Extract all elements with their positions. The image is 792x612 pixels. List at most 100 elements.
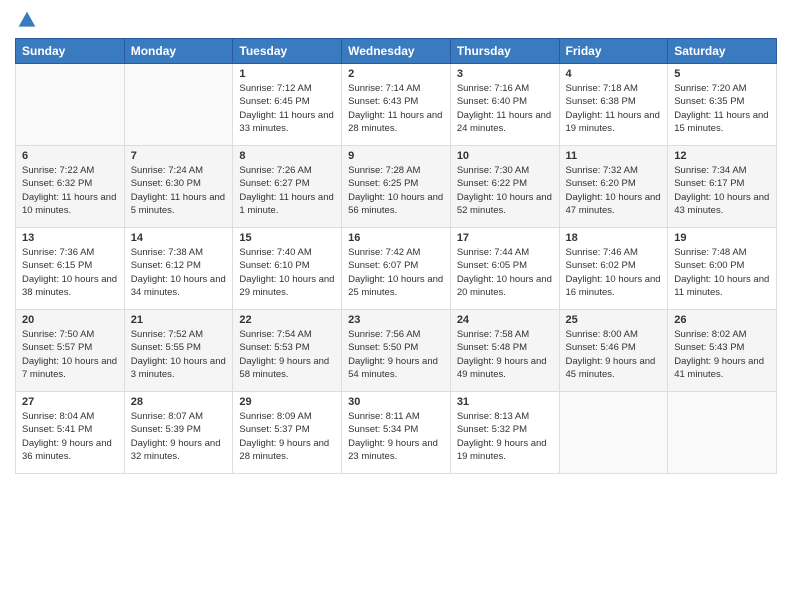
- day-number: 19: [674, 232, 770, 244]
- weekday-header-row: SundayMondayTuesdayWednesdayThursdayFrid…: [16, 39, 777, 64]
- day-number: 18: [566, 232, 662, 244]
- calendar-cell: 17 Sunrise: 7:44 AM Sunset: 6:05 PM Dayli…: [450, 228, 559, 310]
- day-number: 9: [348, 150, 444, 162]
- day-number: 28: [131, 396, 227, 408]
- day-number: 14: [131, 232, 227, 244]
- day-info: Sunrise: 7:18 AM Sunset: 6:38 PM Dayligh…: [566, 82, 662, 135]
- calendar-cell: 1 Sunrise: 7:12 AM Sunset: 6:45 PM Daylig…: [233, 64, 342, 146]
- header: [15, 10, 777, 30]
- day-number: 16: [348, 232, 444, 244]
- calendar-cell: 5Sunrise: 7:20 AM Sunset: 6:35 PM Daylig…: [668, 64, 777, 146]
- calendar-cell: 22 Sunrise: 7:54 AM Sunset: 5:53 PM Dayli…: [233, 310, 342, 392]
- weekday-header-tuesday: Tuesday: [233, 39, 342, 64]
- weekday-header-wednesday: Wednesday: [342, 39, 451, 64]
- logo: [15, 10, 37, 30]
- calendar-cell: 28 Sunrise: 8:07 AM Sunset: 5:39 PM Dayli…: [124, 392, 233, 474]
- calendar-cell: 30Sunrise: 8:11 AM Sunset: 5:34 PM Dayli…: [342, 392, 451, 474]
- calendar-cell: 7 Sunrise: 7:24 AM Sunset: 6:30 PM Daylig…: [124, 146, 233, 228]
- calendar-cell: 10 Sunrise: 7:30 AM Sunset: 6:22 PM Dayli…: [450, 146, 559, 228]
- calendar-table: SundayMondayTuesdayWednesdayThursdayFrid…: [15, 38, 777, 474]
- day-info: Sunrise: 7:40 AM Sunset: 6:10 PM Dayligh…: [239, 246, 335, 299]
- day-number: 22: [239, 314, 335, 326]
- weekday-header-friday: Friday: [559, 39, 668, 64]
- day-number: 29: [239, 396, 335, 408]
- day-number: 1: [239, 68, 335, 80]
- day-number: 6: [22, 150, 118, 162]
- day-info: Sunrise: 7:34 AM Sunset: 6:17 PM Dayligh…: [674, 164, 770, 217]
- day-info: Sunrise: 7:48 AM Sunset: 6:00 PM Dayligh…: [674, 246, 770, 299]
- weekday-header-sunday: Sunday: [16, 39, 125, 64]
- calendar-cell: 14 Sunrise: 7:38 AM Sunset: 6:12 PM Dayli…: [124, 228, 233, 310]
- day-info: Sunrise: 7:26 AM Sunset: 6:27 PM Dayligh…: [239, 164, 335, 217]
- calendar-cell: 25 Sunrise: 8:00 AM Sunset: 5:46 PM Dayli…: [559, 310, 668, 392]
- day-info: Sunrise: 7:14 AM Sunset: 6:43 PM Dayligh…: [348, 82, 444, 135]
- calendar-cell: 11 Sunrise: 7:32 AM Sunset: 6:20 PM Dayli…: [559, 146, 668, 228]
- day-number: 2: [348, 68, 444, 80]
- calendar-cell: 15 Sunrise: 7:40 AM Sunset: 6:10 PM Dayli…: [233, 228, 342, 310]
- day-info: Sunrise: 7:16 AM Sunset: 6:40 PM Dayligh…: [457, 82, 553, 135]
- day-info: Sunrise: 8:09 AM Sunset: 5:37 PM Dayligh…: [239, 410, 335, 463]
- day-number: 15: [239, 232, 335, 244]
- day-info: Sunrise: 7:24 AM Sunset: 6:30 PM Dayligh…: [131, 164, 227, 217]
- calendar-cell: 23Sunrise: 7:56 AM Sunset: 5:50 PM Dayli…: [342, 310, 451, 392]
- day-info: Sunrise: 7:54 AM Sunset: 5:53 PM Dayligh…: [239, 328, 335, 381]
- day-number: 10: [457, 150, 553, 162]
- calendar-cell: 6 Sunrise: 7:22 AM Sunset: 6:32 PM Daylig…: [16, 146, 125, 228]
- day-number: 11: [566, 150, 662, 162]
- day-number: 21: [131, 314, 227, 326]
- calendar-week-row-2: 6 Sunrise: 7:22 AM Sunset: 6:32 PM Daylig…: [16, 146, 777, 228]
- day-info: Sunrise: 7:50 AM Sunset: 5:57 PM Dayligh…: [22, 328, 118, 381]
- weekday-header-thursday: Thursday: [450, 39, 559, 64]
- calendar-cell: [668, 392, 777, 474]
- calendar-week-row-5: 27 Sunrise: 8:04 AM Sunset: 5:41 PM Dayli…: [16, 392, 777, 474]
- day-number: 31: [457, 396, 553, 408]
- day-info: Sunrise: 7:36 AM Sunset: 6:15 PM Dayligh…: [22, 246, 118, 299]
- day-info: Sunrise: 7:12 AM Sunset: 6:45 PM Dayligh…: [239, 82, 335, 135]
- weekday-header-saturday: Saturday: [668, 39, 777, 64]
- calendar-cell: 18 Sunrise: 7:46 AM Sunset: 6:02 PM Dayli…: [559, 228, 668, 310]
- calendar-cell: 24 Sunrise: 7:58 AM Sunset: 5:48 PM Dayli…: [450, 310, 559, 392]
- calendar-cell: 2 Sunrise: 7:14 AM Sunset: 6:43 PM Daylig…: [342, 64, 451, 146]
- day-info: Sunrise: 7:44 AM Sunset: 6:05 PM Dayligh…: [457, 246, 553, 299]
- day-number: 8: [239, 150, 335, 162]
- day-info: Sunrise: 8:11 AM Sunset: 5:34 PM Dayligh…: [348, 410, 444, 463]
- day-info: Sunrise: 7:46 AM Sunset: 6:02 PM Dayligh…: [566, 246, 662, 299]
- calendar-cell: 12 Sunrise: 7:34 AM Sunset: 6:17 PM Dayli…: [668, 146, 777, 228]
- calendar-week-row-4: 20Sunrise: 7:50 AM Sunset: 5:57 PM Dayli…: [16, 310, 777, 392]
- day-number: 4: [566, 68, 662, 80]
- calendar-week-row-1: 1 Sunrise: 7:12 AM Sunset: 6:45 PM Daylig…: [16, 64, 777, 146]
- day-info: Sunrise: 7:22 AM Sunset: 6:32 PM Dayligh…: [22, 164, 118, 217]
- day-number: 23: [348, 314, 444, 326]
- calendar-cell: 26Sunrise: 8:02 AM Sunset: 5:43 PM Dayli…: [668, 310, 777, 392]
- calendar-page: SundayMondayTuesdayWednesdayThursdayFrid…: [0, 0, 792, 612]
- calendar-cell: 19 Sunrise: 7:48 AM Sunset: 6:00 PM Dayli…: [668, 228, 777, 310]
- day-info: Sunrise: 8:00 AM Sunset: 5:46 PM Dayligh…: [566, 328, 662, 381]
- day-info: Sunrise: 7:52 AM Sunset: 5:55 PM Dayligh…: [131, 328, 227, 381]
- calendar-cell: 16 Sunrise: 7:42 AM Sunset: 6:07 PM Dayli…: [342, 228, 451, 310]
- day-number: 24: [457, 314, 553, 326]
- weekday-header-monday: Monday: [124, 39, 233, 64]
- calendar-cell: [559, 392, 668, 474]
- day-info: Sunrise: 8:13 AM Sunset: 5:32 PM Dayligh…: [457, 410, 553, 463]
- day-info: Sunrise: 7:20 AM Sunset: 6:35 PM Dayligh…: [674, 82, 770, 135]
- day-info: Sunrise: 7:58 AM Sunset: 5:48 PM Dayligh…: [457, 328, 553, 381]
- day-info: Sunrise: 7:32 AM Sunset: 6:20 PM Dayligh…: [566, 164, 662, 217]
- day-number: 27: [22, 396, 118, 408]
- day-info: Sunrise: 8:04 AM Sunset: 5:41 PM Dayligh…: [22, 410, 118, 463]
- day-info: Sunrise: 7:28 AM Sunset: 6:25 PM Dayligh…: [348, 164, 444, 217]
- day-number: 13: [22, 232, 118, 244]
- day-number: 7: [131, 150, 227, 162]
- day-number: 3: [457, 68, 553, 80]
- calendar-cell: 29 Sunrise: 8:09 AM Sunset: 5:37 PM Dayli…: [233, 392, 342, 474]
- day-info: Sunrise: 7:42 AM Sunset: 6:07 PM Dayligh…: [348, 246, 444, 299]
- day-info: Sunrise: 7:30 AM Sunset: 6:22 PM Dayligh…: [457, 164, 553, 217]
- calendar-cell: 31 Sunrise: 8:13 AM Sunset: 5:32 PM Dayli…: [450, 392, 559, 474]
- day-info: Sunrise: 8:07 AM Sunset: 5:39 PM Dayligh…: [131, 410, 227, 463]
- day-number: 12: [674, 150, 770, 162]
- day-number: 17: [457, 232, 553, 244]
- calendar-cell: 20Sunrise: 7:50 AM Sunset: 5:57 PM Dayli…: [16, 310, 125, 392]
- day-info: Sunrise: 8:02 AM Sunset: 5:43 PM Dayligh…: [674, 328, 770, 381]
- day-number: 25: [566, 314, 662, 326]
- calendar-cell: [124, 64, 233, 146]
- day-info: Sunrise: 7:38 AM Sunset: 6:12 PM Dayligh…: [131, 246, 227, 299]
